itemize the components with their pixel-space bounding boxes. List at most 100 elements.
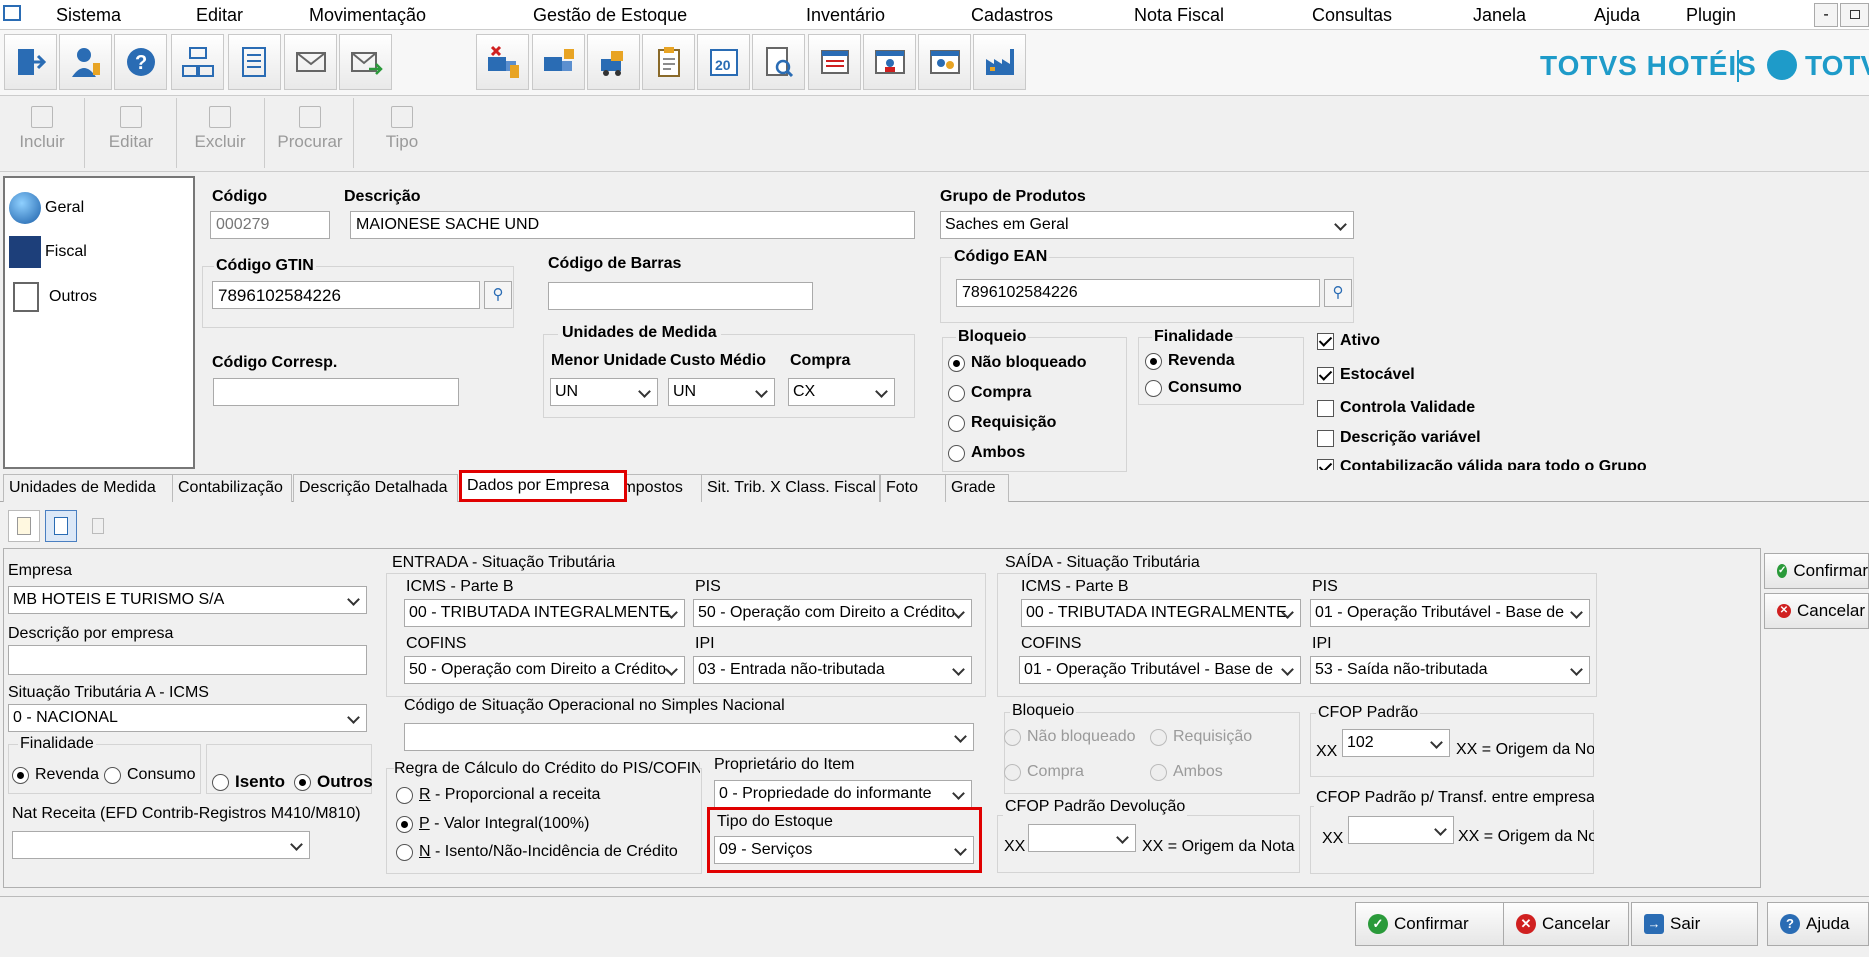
compra-select[interactable]: CX: [788, 378, 895, 406]
isento-radio[interactable]: Isento: [212, 772, 285, 792]
menu-inventario[interactable]: Inventário: [806, 5, 885, 26]
factory-toolbar-button[interactable]: [973, 34, 1026, 90]
new-row-button[interactable]: [8, 510, 40, 542]
gtin-field[interactable]: 7896102584226: [212, 281, 480, 309]
restore-button[interactable]: [1840, 3, 1869, 27]
proprietario-select[interactable]: 0 - Propriedade do informante: [714, 780, 972, 808]
panel-confirmar-button[interactable]: ✓ Confirmar: [1764, 553, 1869, 589]
help-toolbar-button[interactable]: ?: [114, 34, 167, 90]
tipo-estoque-select[interactable]: 09 - Serviços: [714, 836, 974, 864]
tab-grade[interactable]: Grade: [945, 474, 1009, 502]
tab-contabilizacao[interactable]: Contabilização: [172, 474, 292, 502]
report-toolbar-button[interactable]: [752, 34, 805, 90]
custo-medio-select[interactable]: UN: [668, 378, 775, 406]
panel-cancelar-button[interactable]: ✕ Cancelar: [1764, 593, 1869, 629]
excluir-button[interactable]: Excluir: [186, 100, 254, 162]
cfop-select[interactable]: 102: [1342, 729, 1450, 757]
list-toolbar-button[interactable]: [808, 34, 861, 90]
sair-button[interactable]: → Sair: [1631, 902, 1758, 946]
panel-finalidade-consumo-radio[interactable]: Consumo: [104, 766, 195, 784]
ajuda-button[interactable]: ? Ajuda: [1767, 902, 1869, 946]
codigo-barras-field[interactable]: [548, 282, 813, 310]
codigo-field[interactable]: 000279: [210, 211, 330, 239]
user-toolbar-button[interactable]: [59, 34, 112, 90]
saida-bloqueio-nao-bloqueado-radio[interactable]: Não bloqueado: [1004, 728, 1136, 746]
estocavel-checkbox[interactable]: Estocável: [1317, 366, 1415, 384]
exit-toolbar-button[interactable]: [4, 34, 57, 90]
delivery-toolbar-button[interactable]: [587, 34, 640, 90]
tab-dados-por-empresa[interactable]: Dados por Empresa: [459, 470, 627, 502]
regra-integral-radio[interactable]: P - Valor Integral(100%): [396, 815, 589, 833]
regra-isento-radio[interactable]: N - Isento/Não-Incidência de Crédito: [396, 843, 678, 861]
cfop-transf-select[interactable]: [1348, 816, 1454, 844]
gtin-search-button[interactable]: ⚲: [484, 281, 512, 309]
regra-proporcional-radio[interactable]: R - Proporcional a receita: [396, 786, 600, 804]
send-mail-toolbar-button[interactable]: [339, 34, 392, 90]
sit-icms-select[interactable]: 0 - NACIONAL: [8, 704, 367, 732]
sidebar-item-geral[interactable]: Geral: [9, 192, 84, 224]
menu-sistema[interactable]: Sistema: [56, 5, 121, 26]
nat-receita-select[interactable]: [12, 831, 310, 859]
tab-descricao-detalhada[interactable]: Descrição Detalhada: [293, 474, 458, 502]
sidebar-item-fiscal[interactable]: Fiscal: [9, 236, 87, 268]
menu-plugin[interactable]: Plugin: [1686, 5, 1736, 26]
menu-ajuda[interactable]: Ajuda: [1594, 5, 1640, 26]
menu-cadastros[interactable]: Cadastros: [971, 5, 1053, 26]
entrada-pis-select[interactable]: 50 - Operação com Direito a Crédito: [693, 599, 972, 627]
controla-validade-checkbox[interactable]: Controla Validade: [1317, 399, 1475, 417]
editar-button[interactable]: Editar: [97, 100, 165, 162]
saida-pis-select[interactable]: 01 - Operação Tributável - Base de: [1310, 599, 1590, 627]
tipo-button[interactable]: Tipo: [370, 100, 434, 162]
menu-nota-fiscal[interactable]: Nota Fiscal: [1134, 5, 1224, 26]
bloqueio-nao-bloqueado-radio[interactable]: Não bloqueado: [948, 354, 1087, 372]
bloqueio-ambos-radio[interactable]: Ambos: [948, 444, 1025, 462]
clipboard-toolbar-button[interactable]: [642, 34, 695, 90]
descricao-variavel-checkbox[interactable]: Descrição variável: [1317, 429, 1481, 447]
descricao-empresa-field[interactable]: [8, 645, 367, 675]
empresa-select[interactable]: MB HOTEIS E TURISMO S/A: [8, 586, 367, 614]
menu-movimentacao[interactable]: Movimentação: [309, 5, 426, 26]
contabilizacao-grupo-checkbox[interactable]: Contabilização válida para todo o Grupo: [1317, 458, 1647, 470]
sidebar-item-outros[interactable]: Outros: [9, 282, 97, 312]
delete-row-button[interactable]: [82, 510, 114, 542]
truck-remove-toolbar-button[interactable]: [476, 34, 529, 90]
ean-field[interactable]: 7896102584226: [956, 279, 1320, 307]
tab-impostos[interactable]: Impostos: [618, 474, 702, 502]
grupo-produtos-select[interactable]: Saches em Geral: [940, 211, 1354, 239]
ativo-checkbox[interactable]: Ativo: [1317, 332, 1380, 350]
descricao-field[interactable]: MAIONESE SACHE UND: [350, 211, 915, 239]
outros-radio[interactable]: Outros: [294, 772, 373, 792]
saida-icms-select[interactable]: 00 - TRIBUTADA INTEGRALMENTE: [1021, 599, 1301, 627]
entrada-icms-select[interactable]: 00 - TRIBUTADA INTEGRALMENTE: [404, 599, 685, 627]
truck-box-toolbar-button[interactable]: [532, 34, 585, 90]
tab-unidades-medida[interactable]: Unidades de Medida: [3, 474, 173, 502]
hierarchy-toolbar-button[interactable]: [171, 34, 224, 90]
edit-row-button[interactable]: [45, 510, 77, 542]
menu-consultas[interactable]: Consultas: [1312, 5, 1392, 26]
minimize-button[interactable]: -: [1814, 3, 1838, 27]
window-user-toolbar-button[interactable]: [863, 34, 916, 90]
menor-unidade-select[interactable]: UN: [550, 378, 658, 406]
bloqueio-compra-radio[interactable]: Compra: [948, 384, 1031, 402]
cancelar-button[interactable]: ✕ Cancelar: [1503, 902, 1629, 946]
menu-janela[interactable]: Janela: [1473, 5, 1526, 26]
saida-cofins-select[interactable]: 01 - Operação Tributável - Base de: [1019, 656, 1301, 684]
saida-bloqueio-ambos-radio[interactable]: Ambos: [1150, 763, 1223, 781]
incluir-button[interactable]: Incluir: [8, 100, 76, 162]
calculator-toolbar-button[interactable]: [228, 34, 281, 90]
ean-search-button[interactable]: ⚲: [1324, 279, 1352, 307]
saida-bloqueio-compra-radio[interactable]: Compra: [1004, 763, 1084, 781]
finalidade-consumo-radio[interactable]: Consumo: [1145, 379, 1242, 397]
menu-gestao-estoque[interactable]: Gestão de Estoque: [533, 5, 687, 26]
tab-sit-trib[interactable]: Sit. Trib. X Class. Fiscal: [701, 474, 880, 502]
entrada-cofins-select[interactable]: 50 - Operação com Direito a Crédito: [404, 656, 685, 684]
saida-bloqueio-requisicao-radio[interactable]: Requisição: [1150, 728, 1252, 746]
cfop-dev-select[interactable]: [1028, 824, 1136, 852]
bloqueio-requisicao-radio[interactable]: Requisição: [948, 414, 1056, 432]
codigo-corresp-field[interactable]: [213, 378, 459, 406]
calendar-toolbar-button[interactable]: 20: [697, 34, 750, 90]
tab-foto[interactable]: Foto: [880, 474, 946, 502]
saida-ipi-select[interactable]: 53 - Saída não-tributada: [1310, 656, 1590, 684]
entrada-ipi-select[interactable]: 03 - Entrada não-tributada: [693, 656, 972, 684]
confirmar-button[interactable]: ✓ Confirmar: [1355, 902, 1522, 946]
